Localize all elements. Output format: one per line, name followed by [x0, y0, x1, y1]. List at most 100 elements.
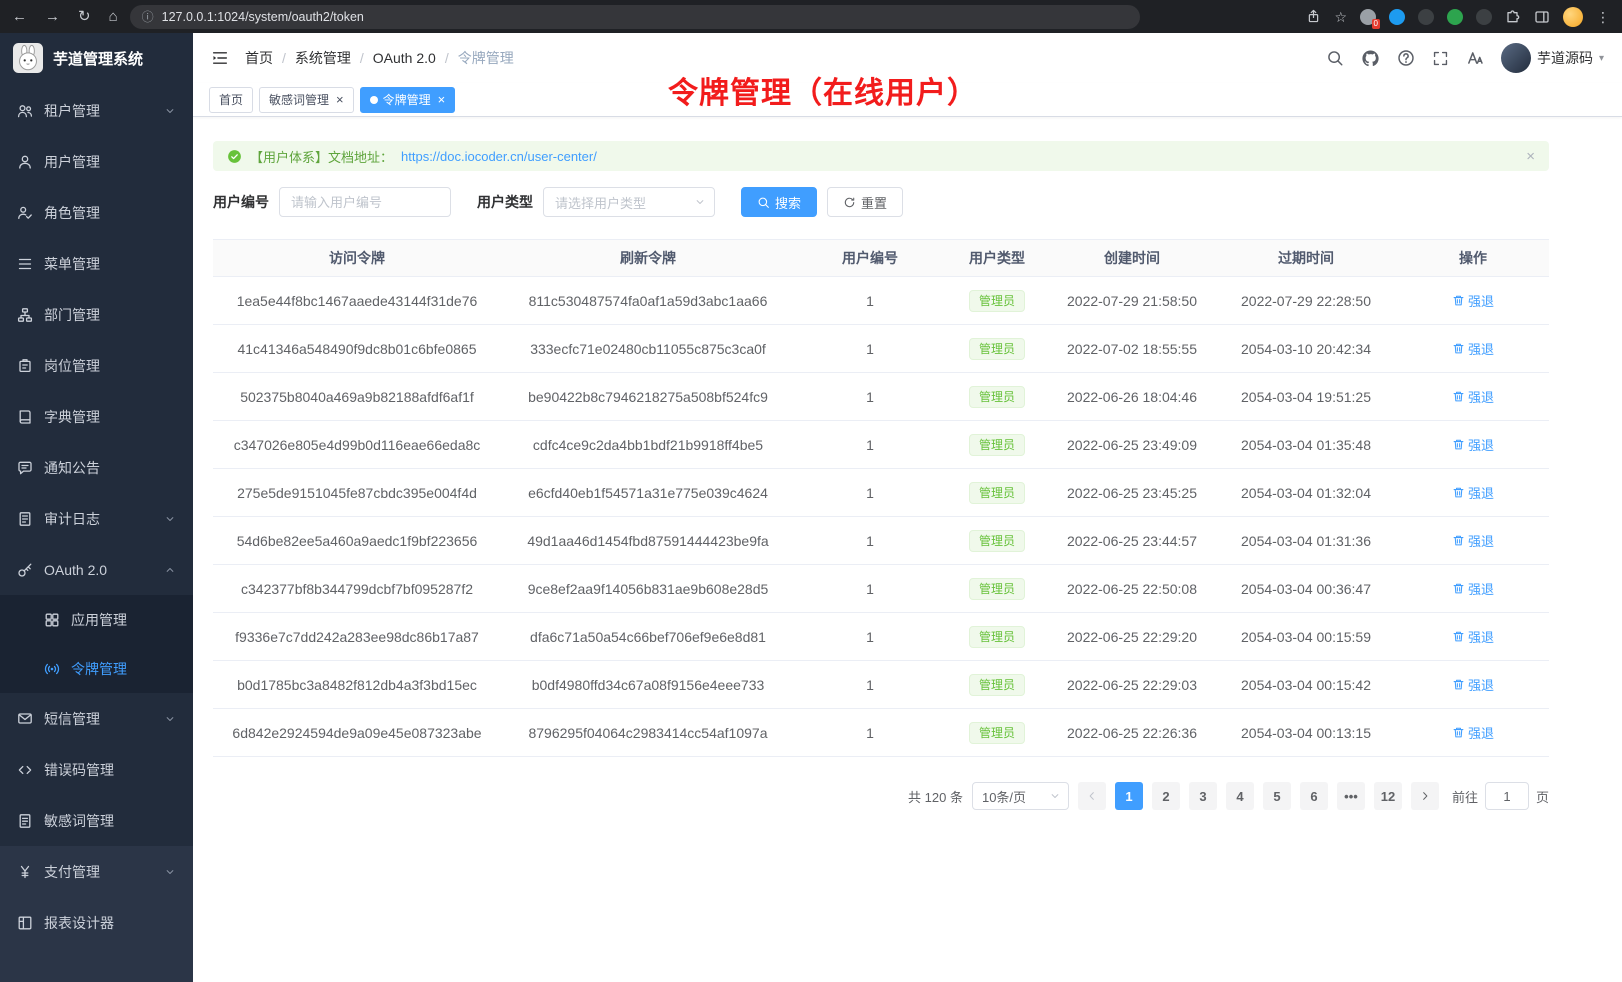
side-panel-icon[interactable] [1534, 9, 1550, 25]
column-header: 过期时间 [1215, 240, 1397, 277]
sidebar-item-report-designer[interactable]: 报表设计器 [0, 897, 193, 948]
extension-icon[interactable] [1447, 9, 1463, 25]
next-page-button[interactable] [1411, 782, 1439, 810]
breadcrumb-item[interactable]: 令牌管理 [458, 48, 514, 68]
page-ellipsis[interactable]: ••• [1337, 782, 1365, 810]
force-logout-button[interactable]: 强退 [1452, 483, 1494, 502]
created-at-cell: 2022-06-25 22:29:03 [1049, 661, 1215, 709]
page-button-1[interactable]: 1 [1115, 782, 1143, 810]
browser-profile-avatar[interactable] [1563, 7, 1583, 27]
extension-icon[interactable] [1418, 9, 1434, 25]
refresh-token-cell: dfa6c71a50a54c66bef706ef9e6e8d81 [501, 613, 795, 661]
access-token-cell: 1ea5e44f8bc1467aaede43144f31de76 [213, 277, 501, 325]
sidebar-item-notice[interactable]: 通知公告 [0, 442, 193, 493]
home-icon[interactable]: ⌂ [109, 9, 118, 24]
refresh-token-cell: cdfc4ce9c2da4bb1bdf21b9918ff4be5 [501, 421, 795, 469]
pay-icon [17, 864, 33, 880]
refresh-icon [843, 196, 856, 209]
extensions-puzzle-icon[interactable] [1505, 9, 1521, 25]
access-token-cell: 54d6be82ee5a460a9aedc1f9bf223656 [213, 517, 501, 565]
reset-button-label: 重置 [861, 193, 887, 212]
force-logout-button[interactable]: 强退 [1452, 579, 1494, 598]
sidebar-item-oauth2[interactable]: OAuth 2.0 [0, 544, 193, 595]
tab-home[interactable]: 首页 [209, 87, 253, 113]
sidebar-item-sms[interactable]: 短信管理 [0, 693, 193, 744]
force-logout-button[interactable]: 强退 [1452, 339, 1494, 358]
force-logout-button[interactable]: 强退 [1452, 723, 1494, 742]
user-type-badge: 管理员 [969, 386, 1025, 408]
sidebar-item-audit-log[interactable]: 审计日志 [0, 493, 193, 544]
user-id-cell: 1 [795, 421, 945, 469]
site-info-icon[interactable]: ⓘ [142, 8, 154, 25]
url-bar[interactable]: ⓘ 127.0.0.1:1024/system/oauth2/token [130, 5, 1140, 29]
forward-icon[interactable]: → [45, 9, 60, 24]
breadcrumb-item[interactable]: 首页 [245, 48, 273, 68]
user-id-cell: 1 [795, 709, 945, 757]
breadcrumb-separator: / [360, 50, 364, 66]
prev-page-button[interactable] [1078, 782, 1106, 810]
extension-icon[interactable]: 0 [1360, 9, 1376, 25]
sidebar-item-sensitive-word[interactable]: 敏感词管理 [0, 795, 193, 846]
refresh-icon[interactable]: ↻ [78, 9, 91, 24]
sidebar-item-label: 岗位管理 [44, 356, 100, 376]
reset-button[interactable]: 重置 [827, 187, 903, 217]
share-icon[interactable] [1306, 9, 1321, 24]
user-avatar[interactable] [1501, 43, 1531, 73]
sidebar-item-menu[interactable]: 菜单管理 [0, 238, 193, 289]
force-logout-button[interactable]: 强退 [1452, 627, 1494, 646]
sidebar-item-tenant[interactable]: 租户管理 [0, 85, 193, 136]
page-button-5[interactable]: 5 [1263, 782, 1291, 810]
back-icon[interactable]: ← [12, 9, 27, 24]
sidebar-item-dept[interactable]: 部门管理 [0, 289, 193, 340]
tab-close-icon[interactable]: × [336, 93, 344, 106]
active-tab-dot [370, 96, 378, 104]
search-button[interactable]: 搜索 [741, 187, 817, 217]
help-icon[interactable] [1397, 49, 1415, 67]
page-button-3[interactable]: 3 [1189, 782, 1217, 810]
sidebar-item-oauth2-token[interactable]: 令牌管理 [0, 644, 193, 693]
force-logout-button[interactable]: 强退 [1452, 291, 1494, 310]
user-type-select[interactable]: 请选择用户类型 [543, 187, 715, 217]
app-logo-row[interactable]: 芋道管理系统 [0, 33, 193, 83]
bookmark-star-icon[interactable]: ☆ [1334, 10, 1347, 24]
collapse-sidebar-icon[interactable] [211, 49, 229, 67]
extension-icon[interactable] [1389, 9, 1405, 25]
user-menu[interactable]: 芋道源码 ▾ [1501, 43, 1604, 73]
page-size-select[interactable]: 10条/页 [972, 782, 1069, 810]
tab-close-icon[interactable]: × [438, 93, 446, 106]
access-token-cell: 41c41346a548490f9dc8b01c6bfe0865 [213, 325, 501, 373]
force-logout-button[interactable]: 强退 [1452, 675, 1494, 694]
browser-menu-icon[interactable]: ⋮ [1596, 10, 1610, 24]
github-icon[interactable] [1361, 49, 1380, 68]
alert-doc-link[interactable]: https://doc.iocoder.cn/user-center/ [401, 149, 597, 164]
font-size-icon[interactable] [1466, 49, 1484, 67]
force-logout-button[interactable]: 强退 [1452, 387, 1494, 406]
page-button-12[interactable]: 12 [1374, 782, 1402, 810]
goto-page-input[interactable] [1485, 782, 1529, 810]
fullscreen-icon[interactable] [1432, 50, 1449, 67]
search-icon[interactable] [1326, 49, 1344, 67]
sidebar-item-label: 错误码管理 [44, 760, 114, 780]
refresh-token-cell: 9ce8ef2aa9f14056b831ae9b608e28d5 [501, 565, 795, 613]
page-button-6[interactable]: 6 [1300, 782, 1328, 810]
breadcrumb-item[interactable]: OAuth 2.0 [373, 50, 436, 66]
page-button-4[interactable]: 4 [1226, 782, 1254, 810]
extension-icon[interactable] [1476, 9, 1492, 25]
user-id-input[interactable] [279, 187, 451, 217]
tab-token-management[interactable]: 令牌管理× [360, 87, 456, 113]
sidebar-item-pay[interactable]: 支付管理 [0, 846, 193, 897]
sidebar-item-user[interactable]: 用户管理 [0, 136, 193, 187]
alert-close-icon[interactable]: × [1526, 148, 1535, 165]
trash-icon [1452, 294, 1465, 307]
sidebar-item-oauth2-app[interactable]: 应用管理 [0, 595, 193, 644]
sidebar-item-post[interactable]: 岗位管理 [0, 340, 193, 391]
tab-sensitive-word[interactable]: 敏感词管理× [259, 87, 354, 113]
force-logout-button[interactable]: 强退 [1452, 531, 1494, 550]
breadcrumb-item[interactable]: 系统管理 [295, 48, 351, 68]
sidebar-item-dict[interactable]: 字典管理 [0, 391, 193, 442]
sidebar-item-error-code[interactable]: 错误码管理 [0, 744, 193, 795]
force-logout-button[interactable]: 强退 [1452, 435, 1494, 454]
sidebar-item-role[interactable]: 角色管理 [0, 187, 193, 238]
page-button-2[interactable]: 2 [1152, 782, 1180, 810]
user-id-cell: 1 [795, 373, 945, 421]
